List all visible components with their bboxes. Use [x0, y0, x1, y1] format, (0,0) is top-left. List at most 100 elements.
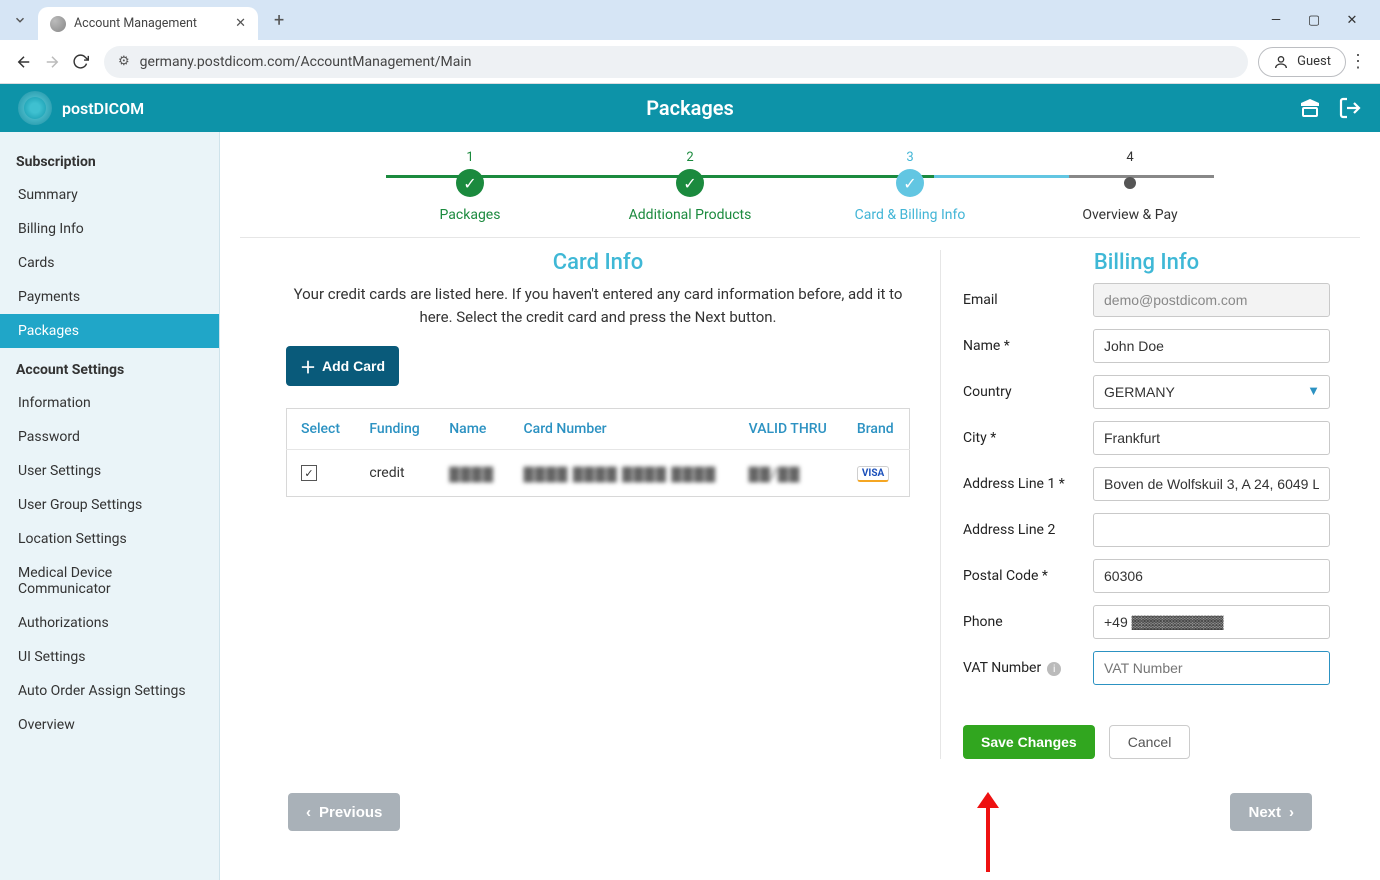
address2-field[interactable]: [1093, 513, 1330, 547]
wizard-stepper: 1 ✓ Packages 2 ✓ Additional Products 3 ✓…: [240, 142, 1360, 238]
window-close-icon[interactable]: ✕: [1344, 12, 1360, 28]
previous-button[interactable]: ‹ Previous: [288, 793, 400, 831]
browser-tab-active[interactable]: Account Management ✕: [38, 7, 258, 41]
browser-menu-icon[interactable]: ⋮: [1346, 51, 1370, 72]
step-line: [1069, 175, 1215, 178]
step-line: [934, 175, 1068, 178]
nav-forward-icon: [38, 48, 66, 76]
sidebar: Subscription Summary Billing Info Cards …: [0, 132, 220, 880]
sidebar-heading-account-settings: Account Settings: [0, 348, 219, 386]
brand-logo-icon: [18, 91, 52, 125]
add-card-button[interactable]: ＋ Add Card: [286, 346, 399, 386]
label-phone: Phone: [963, 614, 1093, 630]
window-minimize-icon[interactable]: —: [1268, 12, 1284, 28]
plus-icon: ＋: [300, 354, 316, 378]
label-vat: VAT Numberi: [963, 660, 1093, 677]
cell-card-number: ▓▓▓▓ ▓▓▓▓ ▓▓▓▓ ▓▓▓▓: [510, 450, 735, 497]
browser-toolbar: ⚙ germany.postdicom.com/AccountManagemen…: [0, 40, 1380, 84]
vat-number-field[interactable]: [1093, 651, 1330, 685]
page-title: Packages: [646, 96, 734, 120]
new-tab-button[interactable]: +: [268, 10, 290, 31]
name-field[interactable]: [1093, 329, 1330, 363]
sidebar-item-user-group-settings[interactable]: User Group Settings: [0, 488, 219, 522]
sidebar-item-ui-settings[interactable]: UI Settings: [0, 640, 219, 674]
sidebar-item-cards[interactable]: Cards: [0, 246, 219, 280]
chevron-left-icon: ‹: [306, 804, 311, 821]
postal-code-field[interactable]: [1093, 559, 1330, 593]
card-info-subtitle: Your credit cards are listed here. If yo…: [286, 283, 910, 328]
cell-name: ▓▓▓▓: [435, 450, 509, 497]
address1-field[interactable]: [1093, 467, 1330, 501]
label-name: Name *: [963, 338, 1093, 354]
billing-icon[interactable]: [1298, 96, 1322, 120]
guest-label: Guest: [1297, 54, 1331, 69]
sidebar-item-medical-device-communicator[interactable]: Medical Device Communicator: [0, 556, 219, 606]
tab-favicon: [50, 16, 66, 32]
cancel-button[interactable]: Cancel: [1109, 725, 1191, 759]
col-select[interactable]: Select: [287, 409, 356, 450]
step-packages[interactable]: 1 ✓ Packages: [360, 150, 580, 223]
label-addr1: Address Line 1 *: [963, 476, 1093, 492]
checkmark-icon: ✓: [676, 169, 704, 197]
col-funding[interactable]: Funding: [355, 409, 435, 450]
col-card-number[interactable]: Card Number: [510, 409, 735, 450]
sidebar-item-location-settings[interactable]: Location Settings: [0, 522, 219, 556]
sidebar-item-auto-order-assign[interactable]: Auto Order Assign Settings: [0, 674, 219, 708]
sidebar-item-user-settings[interactable]: User Settings: [0, 454, 219, 488]
sidebar-item-password[interactable]: Password: [0, 420, 219, 454]
row-select-checkbox[interactable]: ✓: [301, 465, 317, 481]
url-bar[interactable]: ⚙ germany.postdicom.com/AccountManagemen…: [104, 46, 1248, 78]
sidebar-item-billing-info[interactable]: Billing Info: [0, 212, 219, 246]
window-maximize-icon[interactable]: ▢: [1306, 12, 1322, 28]
label-addr2: Address Line 2: [963, 522, 1093, 538]
step-dot-icon: [1124, 177, 1136, 189]
nav-reload-icon[interactable]: [66, 48, 94, 76]
save-changes-button[interactable]: Save Changes: [963, 725, 1095, 759]
sidebar-item-summary[interactable]: Summary: [0, 178, 219, 212]
label-email: Email: [963, 292, 1093, 308]
browser-tab-strip: Account Management ✕ + — ▢ ✕: [0, 0, 1380, 40]
sidebar-item-information[interactable]: Information: [0, 386, 219, 420]
brand-name: postDICOM: [62, 99, 144, 118]
label-country: Country: [963, 384, 1093, 400]
next-button[interactable]: Next ›: [1230, 793, 1312, 831]
email-field: [1093, 283, 1330, 317]
col-name[interactable]: Name: [435, 409, 509, 450]
step-overview-pay[interactable]: 4 Overview & Pay: [1020, 150, 1240, 223]
checkmark-icon: ✓: [896, 169, 924, 197]
phone-field[interactable]: [1093, 605, 1330, 639]
sidebar-item-packages[interactable]: Packages: [0, 314, 219, 348]
cell-valid-thru: ▓▓/▓▓: [735, 450, 843, 497]
logout-icon[interactable]: [1338, 96, 1362, 120]
label-postal: Postal Code *: [963, 568, 1093, 584]
tab-list-chevron[interactable]: [8, 8, 32, 32]
table-row[interactable]: ✓ credit ▓▓▓▓ ▓▓▓▓ ▓▓▓▓ ▓▓▓▓ ▓▓▓▓ ▓▓/▓▓ …: [287, 450, 910, 497]
billing-info-title: Billing Info: [963, 250, 1330, 275]
tab-close-icon[interactable]: ✕: [235, 16, 246, 31]
col-brand[interactable]: Brand: [843, 409, 910, 450]
city-field[interactable]: [1093, 421, 1330, 455]
info-icon[interactable]: i: [1047, 662, 1061, 676]
sidebar-item-overview[interactable]: Overview: [0, 708, 219, 742]
tab-title: Account Management: [74, 16, 197, 31]
cards-table: Select Funding Name Card Number VALID TH…: [286, 408, 910, 497]
cell-funding: credit: [355, 450, 435, 497]
card-info-panel: Card Info Your credit cards are listed h…: [240, 250, 940, 759]
profile-guest-chip[interactable]: Guest: [1258, 47, 1346, 77]
card-info-title: Card Info: [286, 250, 910, 275]
app-header: postDICOM Packages: [0, 84, 1380, 132]
step-additional-products[interactable]: 2 ✓ Additional Products: [580, 150, 800, 223]
country-select[interactable]: GERMANY: [1093, 375, 1330, 409]
label-city: City *: [963, 430, 1093, 446]
step-line: [386, 175, 660, 178]
annotation-arrow-icon: [977, 792, 999, 872]
col-valid-thru[interactable]: VALID THRU: [735, 409, 843, 450]
sidebar-item-authorizations[interactable]: Authorizations: [0, 606, 219, 640]
sidebar-item-payments[interactable]: Payments: [0, 280, 219, 314]
billing-info-panel: Billing Info Email Name * CountryGERMANY…: [940, 250, 1360, 759]
brand[interactable]: postDICOM: [18, 91, 144, 125]
site-settings-icon[interactable]: ⚙: [118, 54, 130, 69]
chevron-right-icon: ›: [1289, 804, 1294, 821]
step-card-billing[interactable]: 3 ✓ Card & Billing Info: [800, 150, 1020, 223]
nav-back-icon[interactable]: [10, 48, 38, 76]
